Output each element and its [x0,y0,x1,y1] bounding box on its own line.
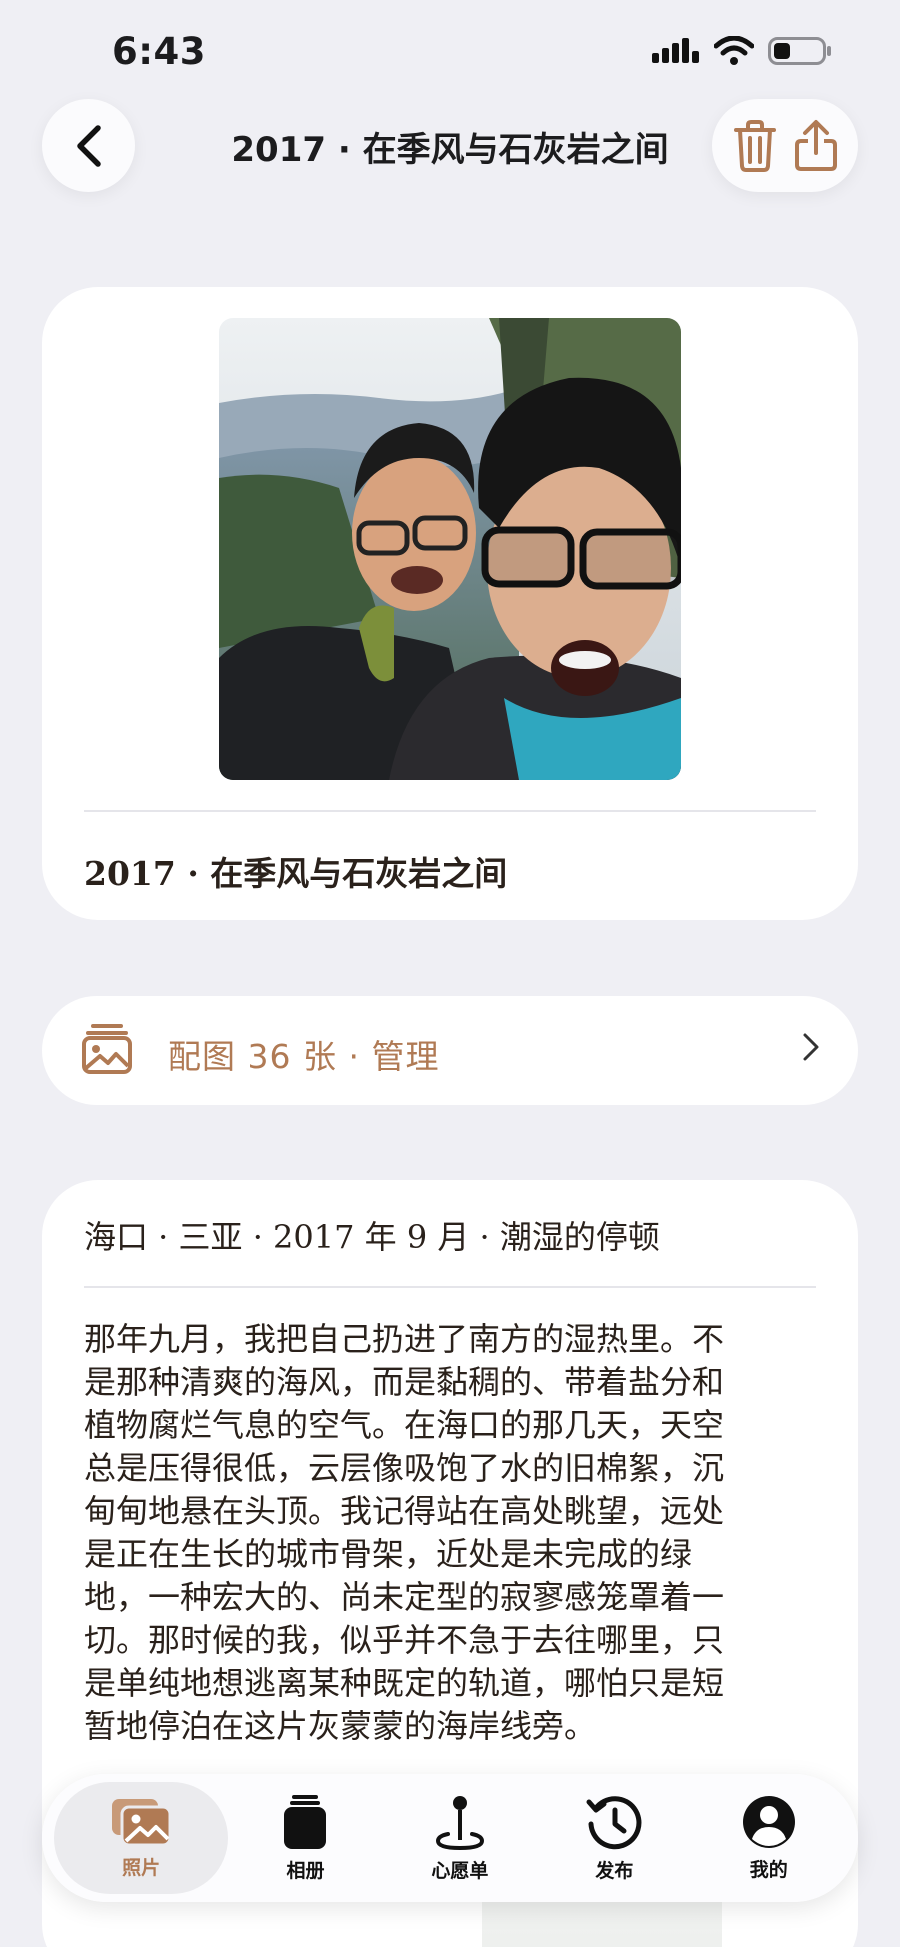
cover-card: 2017 · 在季风与石灰岩之间 [42,287,858,920]
story-line: 总是压得很低，云层像吸饱了水的旧棉絮，沉 [84,1449,725,1487]
tab-label: 相册 [286,1859,325,1882]
story-line: 是那种清爽的海风，而是黏稠的、带着盐分和 [84,1363,725,1401]
profile-icon [742,1795,795,1848]
cover-caption: 2017 · 在季风与石灰岩之间 [84,854,508,893]
story-line: 那年九月，我把自己扔进了南方的湿热里。不 [84,1320,725,1358]
story-line: 甸甸地悬在头顶。我记得站在高处眺望，远处 [84,1492,725,1530]
page-title: 2017 · 在季风与石灰岩之间 [231,130,669,170]
status-time: 6:43 [112,30,207,73]
photo-stack-icon [82,1024,132,1074]
tab-publish[interactable]: 发布 [537,1782,691,1894]
status-bar: 6:43 [0,0,900,104]
tab-label: 发布 [595,1859,634,1882]
tab-label: 照片 [122,1856,161,1879]
chevron-right-icon [803,1033,819,1061]
story-meta: 海口 · 三亚 · 2017 年 9 月 · 潮湿的停顿 [84,1218,660,1256]
cover-photo-image [219,318,681,780]
tab-albums[interactable]: 相册 [228,1782,382,1894]
tab-bar: 照片 相册 心愿单 发布 我的 [42,1774,858,1902]
chevron-left-icon [76,124,101,167]
album-jar-icon [284,1794,327,1849]
nav-actions [712,99,858,192]
share-icon [794,119,837,171]
story-line: 植物腐烂气息的空气。在海口的那几天，天空 [84,1406,725,1444]
history-clock-icon [586,1795,642,1849]
tab-label: 心愿单 [431,1859,489,1882]
divider [84,1286,816,1288]
story-line: 切。那时候的我，似乎并不急于去往哪里，只 [84,1621,725,1659]
divider [84,810,816,812]
tab-profile[interactable]: 我的 [692,1782,846,1894]
manage-photos-label: 配图 36 张 · 管理 [168,1037,440,1076]
story-line: 暂地停泊在这片灰蒙蒙的海岸线旁。 [84,1707,597,1745]
delete-button[interactable] [727,118,783,174]
battery-icon [768,37,831,65]
share-button[interactable] [788,118,844,174]
map-pin-icon [435,1795,484,1850]
photos-icon [112,1798,172,1846]
tab-wishlist[interactable]: 心愿单 [383,1782,537,1894]
status-icons [652,36,832,66]
story-body: 那年九月，我把自己扔进了南方的湿热里。不 是那种清爽的海风，而是黏稠的、带着盐分… [84,1318,820,1748]
tab-photos[interactable]: 照片 [54,1782,229,1894]
story-line: 是正在生长的城市骨架，近处是未完成的绿 [84,1535,693,1573]
story-line: 是单纯地想逃离某种既定的轨道，哪怕只是短 [84,1664,725,1702]
cellular-signal-icon [652,38,699,63]
back-button[interactable] [42,99,135,192]
manage-photos-row[interactable]: 配图 36 张 · 管理 [42,996,858,1105]
cover-photo[interactable] [219,318,681,780]
tab-label: 我的 [749,1858,788,1881]
trash-icon [733,119,776,172]
wifi-icon [714,36,754,65]
story-line: 地，一种宏大的、尚未定型的寂寥感笼罩着一 [84,1578,725,1616]
